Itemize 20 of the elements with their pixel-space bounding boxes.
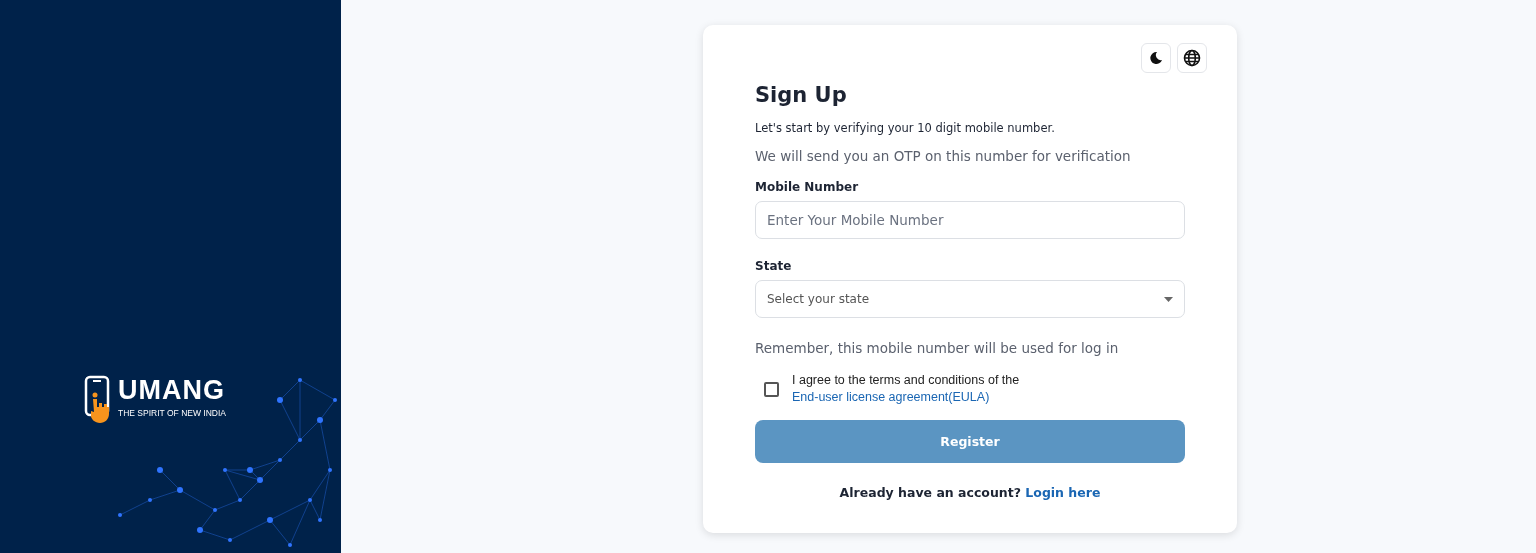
theme-toggle-button[interactable]: [1141, 43, 1171, 73]
language-button[interactable]: [1177, 43, 1207, 73]
state-dropdown[interactable]: Select your state: [755, 280, 1185, 318]
brand-name: UMANG: [118, 375, 226, 405]
field-label: State: [755, 259, 793, 273]
login-prompt: Already have an account? Login here: [838, 485, 1102, 500]
login-note: Remember, this mobile number will be used for log in: [755, 340, 1120, 356]
page-title: Sign Up: [755, 83, 848, 107]
globe-icon: [1183, 49, 1201, 67]
otp-note: We will send you an OTP on this number for verification: [755, 148, 1132, 164]
subtitle: Let's start by verifying your 10 digit mobile number.: [755, 121, 1056, 135]
mobile-number-field[interactable]: Enter Your Mobile Number: [755, 201, 1185, 239]
moon-icon: [1149, 51, 1163, 65]
agree-checkbox[interactable]: [764, 381, 779, 397]
terms-text: I agree to the terms and conditions of the End-user license agreement(EULA): [792, 372, 1021, 406]
caret-icon: [1164, 296, 1173, 302]
tagline: THE SPIRIT OF NEW INDIA: [118, 408, 226, 418]
login-link[interactable]: Login here: [1025, 485, 1101, 500]
field-label: Mobile Number: [755, 180, 860, 194]
eula-link[interactable]: End-user license agreement(EULA): [792, 390, 990, 404]
